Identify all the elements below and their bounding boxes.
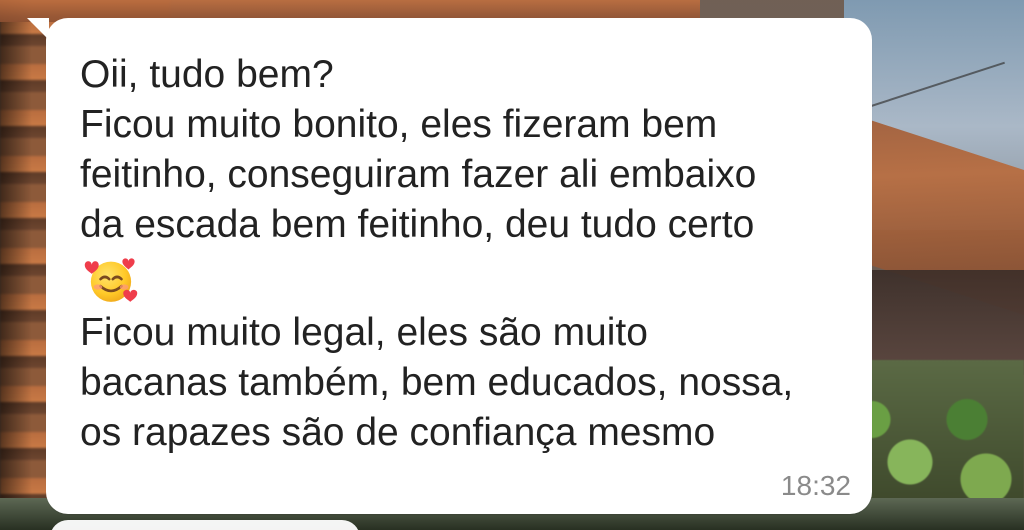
- chat-screen: Oii, tudo bem? Ficou muito bonito, eles …: [0, 0, 1024, 530]
- message-timestamp: 18:32: [780, 470, 851, 501]
- message-line: Oii, tudo bem?: [80, 53, 334, 96]
- message-line: Ficou muito legal, eles são muito: [80, 311, 648, 354]
- message-line: os rapazes são de confiança mesmo: [80, 411, 716, 454]
- smiling-face-with-hearts-icon: [83, 252, 139, 308]
- message-line: bacanas também, bem educados, nossa,: [80, 361, 794, 404]
- background-shadow: [0, 0, 32, 530]
- message-text: Oii, tudo bem? Ficou muito bonito, eles …: [80, 50, 838, 458]
- message-line: feitinho, conseguiram fazer ali embaixo: [80, 153, 757, 196]
- next-message-bubble[interactable]: [50, 520, 360, 530]
- message-line: Ficou muito bonito, eles fizeram bem: [80, 103, 718, 146]
- message-line: da escada bem feitinho, deu tudo certo: [80, 203, 755, 246]
- emoji-line: [80, 250, 838, 308]
- message-bubble[interactable]: Oii, tudo bem? Ficou muito bonito, eles …: [46, 18, 872, 514]
